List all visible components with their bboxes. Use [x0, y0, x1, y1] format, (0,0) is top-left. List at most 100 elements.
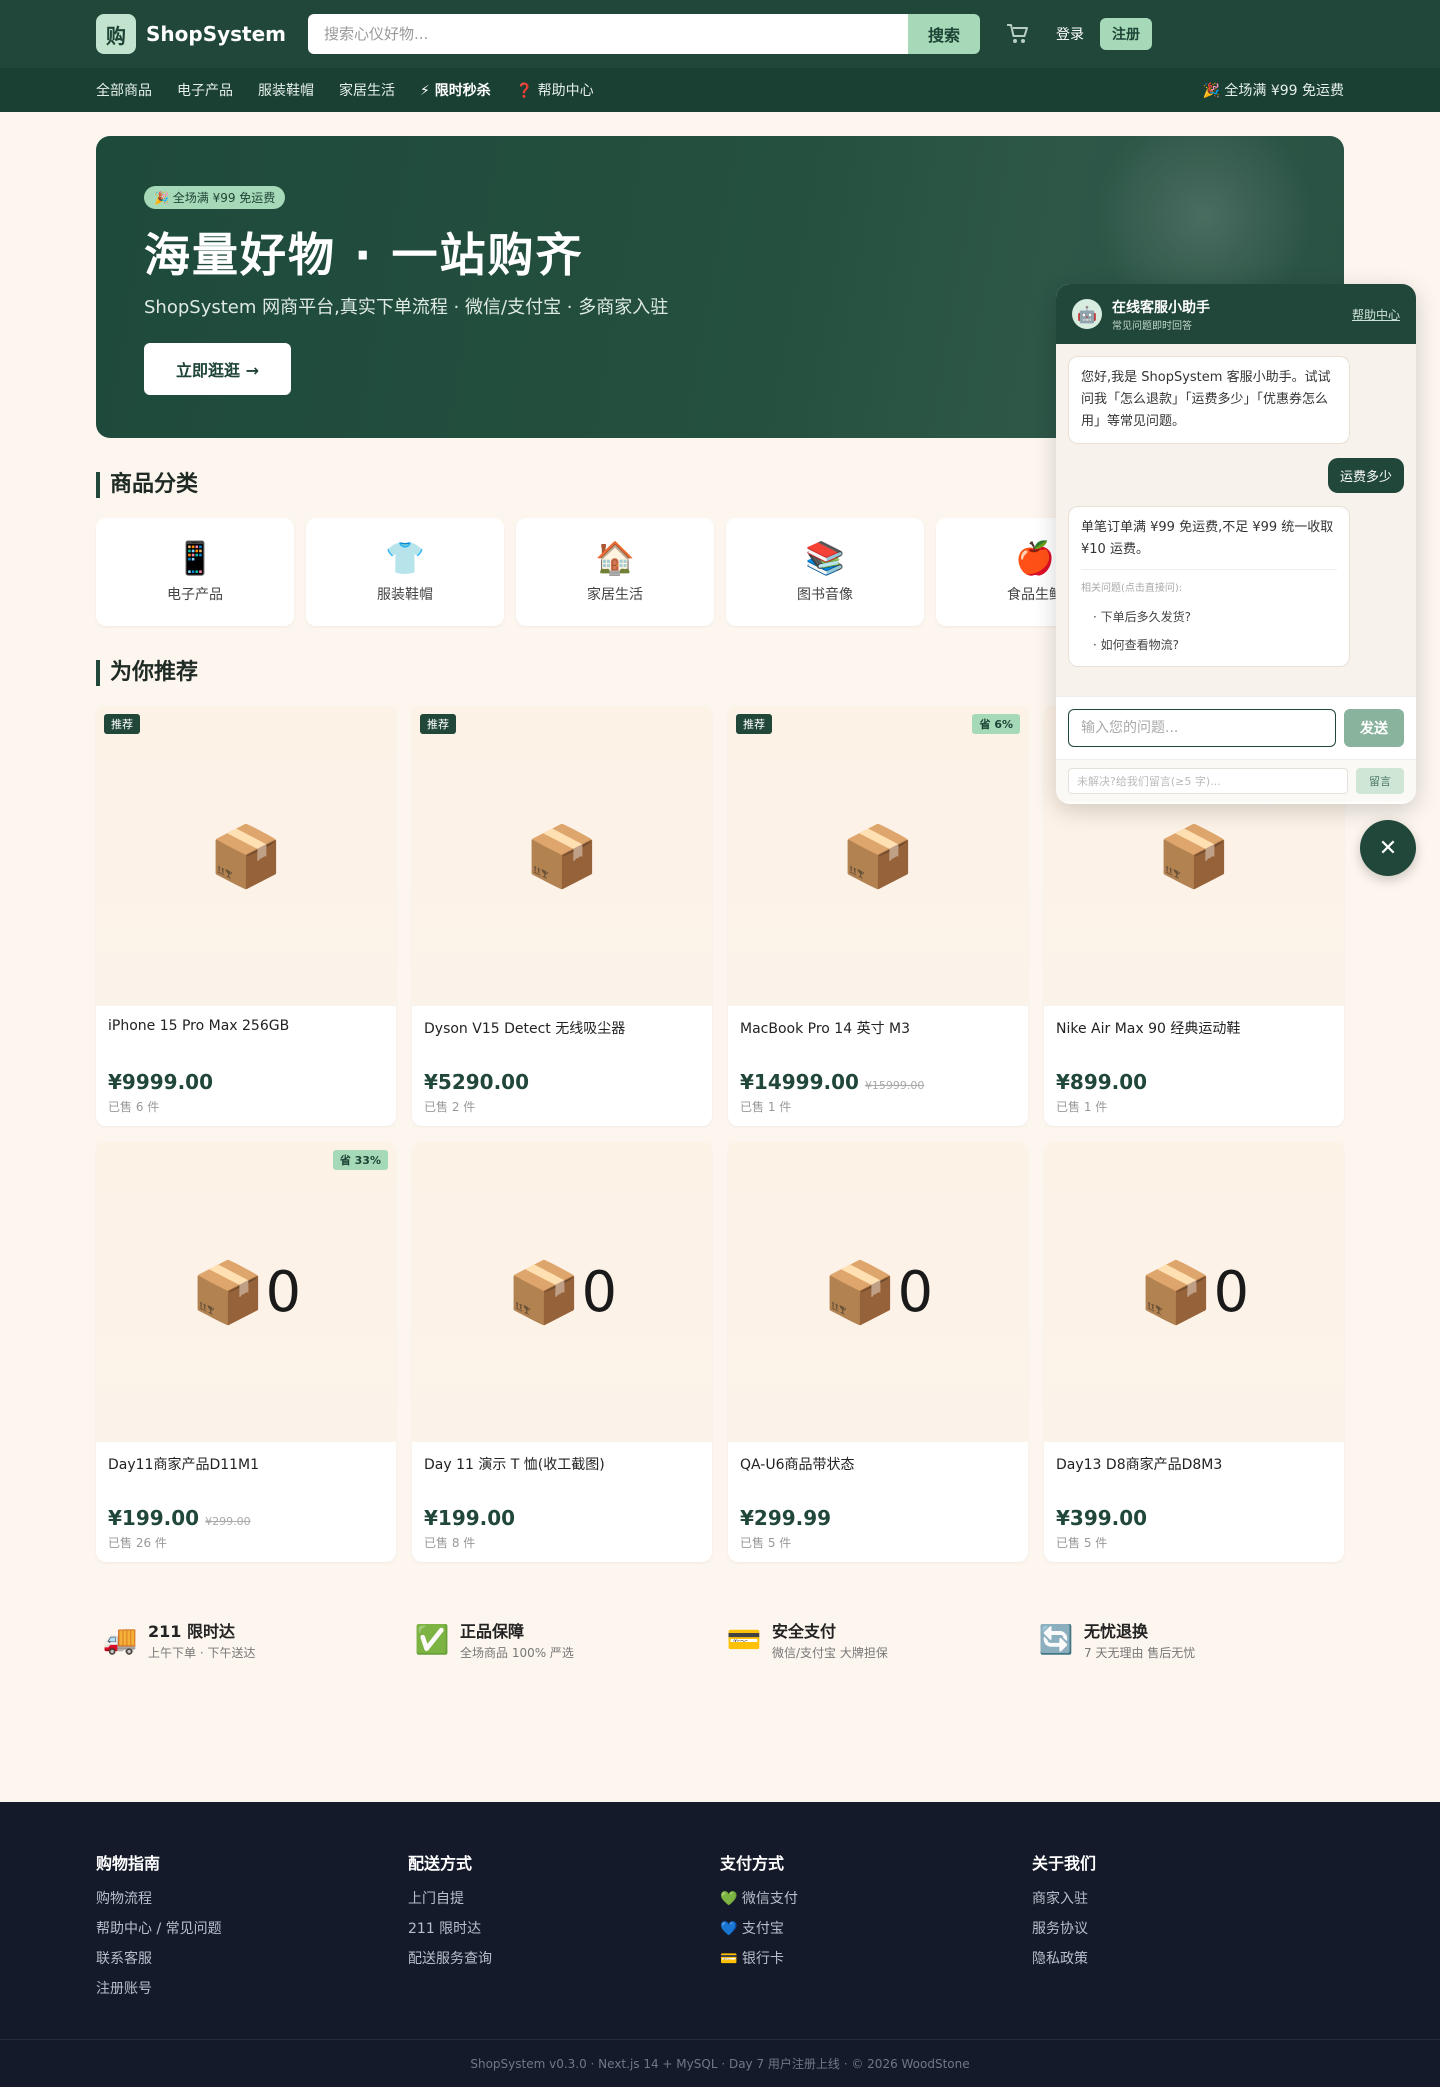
- truck-icon: 🚚: [102, 1623, 138, 1656]
- category-card-apparel[interactable]: 👕 服装鞋帽: [306, 518, 504, 626]
- package-icon: 📦: [506, 1257, 582, 1328]
- original-price: ¥299.00: [205, 1515, 251, 1528]
- hero-shop-button[interactable]: 立即逛逛 →: [144, 343, 291, 395]
- product-name[interactable]: iPhone 15 Pro Max 256GB: [108, 1018, 384, 1058]
- product-card[interactable]: 推荐 省 6% 📦 MacBook Pro 14 英寸 M3 ¥14999.00 ¥159…: [728, 706, 1028, 1126]
- product-image[interactable]: 推荐 📦: [96, 706, 396, 1006]
- footer-col-guide: 购物指南 购物流程 帮助中心 / 常见问题 联系客服 注册账号: [96, 1850, 408, 2008]
- footer-col-title: 支付方式: [720, 1854, 785, 1873]
- product-name[interactable]: Day 11 演示 T 恤(收工截图): [424, 1454, 700, 1494]
- feature-subtitle: 7 天无理由 售后无忧: [1084, 1646, 1196, 1660]
- footer-link[interactable]: 💚 微信支付: [720, 1888, 1032, 1908]
- feature-title: 无忧退换: [1084, 1622, 1149, 1641]
- footer-col-delivery: 配送方式 上门自提 211 限时达 配送服务查询: [408, 1850, 720, 2008]
- category-card-electronics[interactable]: 📱 电子产品: [96, 518, 294, 626]
- product-card[interactable]: 📦 0 Day 11 演示 T 恤(收工截图) ¥199.00 已售 8 件: [412, 1142, 712, 1562]
- product-name[interactable]: Dyson V15 Detect 无线吸尘器: [424, 1018, 700, 1058]
- product-card[interactable]: 📦 0 Day13 D8商家产品D8M3 ¥399.00 已售 5 件: [1044, 1142, 1344, 1562]
- leave-message-input[interactable]: [1068, 768, 1348, 794]
- category-card-home[interactable]: 🏠 家居生活: [516, 518, 714, 626]
- footer-link[interactable]: 服务协议: [1032, 1918, 1344, 1938]
- logo-mark: 购: [96, 14, 136, 54]
- sold-count: 已售 1 件: [740, 1100, 792, 1114]
- hero-title: 海量好物 · 一站购齐: [144, 228, 584, 282]
- footer-link[interactable]: 💙 支付宝: [720, 1918, 1032, 1938]
- brand-name: ShopSystem: [146, 22, 287, 46]
- nav-apparel[interactable]: 服装鞋帽: [258, 80, 314, 100]
- product-price: ¥5290.00: [424, 1070, 530, 1094]
- footer-link[interactable]: 隐私政策: [1032, 1948, 1344, 1968]
- product-name[interactable]: MacBook Pro 14 英寸 M3: [740, 1018, 1016, 1058]
- product-image[interactable]: 推荐 📦: [412, 706, 712, 1006]
- product-price-row: ¥399.00: [1056, 1506, 1332, 1530]
- product-card[interactable]: 推荐 📦 iPhone 15 Pro Max 256GB ¥9999.00 已售 6 件: [96, 706, 396, 1126]
- category-card-books[interactable]: 📚 图书音像: [726, 518, 924, 626]
- chat-help-link[interactable]: 帮助中心: [1352, 306, 1400, 323]
- product-name[interactable]: Nike Air Max 90 经典运动鞋: [1056, 1018, 1332, 1058]
- footer-link[interactable]: 购物流程: [96, 1888, 408, 1908]
- product-name[interactable]: Day13 D8商家产品D8M3: [1056, 1454, 1332, 1494]
- related-title: 相关问题(点击直接问):: [1081, 583, 1183, 594]
- image-placeholder-text: 0: [1213, 1259, 1250, 1325]
- cart-icon-svg: [1007, 24, 1029, 43]
- nav-home-living[interactable]: 家居生活: [339, 80, 395, 100]
- related-question[interactable]: · 下单后多久发货?: [1081, 606, 1337, 628]
- footer-link[interactable]: 上门自提: [408, 1888, 720, 1908]
- product-image[interactable]: 📦 0: [1044, 1142, 1344, 1442]
- footer-link[interactable]: 💳 银行卡: [720, 1948, 1032, 1968]
- footer-link[interactable]: 商家入驻: [1032, 1888, 1344, 1908]
- bot-message: 您好,我是 ShopSystem 客服小助手。试试问我「怎么退款」「运费多少」「…: [1068, 356, 1350, 444]
- footer-link[interactable]: 注册账号: [96, 1978, 408, 1998]
- cart-icon[interactable]: [1006, 23, 1030, 45]
- product-price-row: ¥299.99: [740, 1506, 1016, 1530]
- leave-message-button[interactable]: 留言: [1356, 768, 1404, 794]
- related-question[interactable]: · 如何查看物流?: [1081, 634, 1337, 656]
- feature-subtitle: 微信/支付宝 大牌担保: [772, 1646, 888, 1660]
- product-card[interactable]: 省 33% 📦 0 Day11商家产品D11M1 ¥199.00 ¥299.00 已售 26…: [96, 1142, 396, 1562]
- footer-link[interactable]: 联系客服: [96, 1948, 408, 1968]
- product-card[interactable]: 推荐 📦 Dyson V15 Detect 无线吸尘器 ¥5290.00 已售 2 件: [412, 706, 712, 1126]
- category-label: 家居生活: [587, 587, 643, 603]
- product-name[interactable]: Day11商家产品D11M1: [108, 1454, 384, 1494]
- feature-item: ✅ 正品保障 全场商品 100% 严选: [408, 1618, 720, 1661]
- nav-all-products[interactable]: 全部商品: [96, 80, 152, 100]
- package-icon: 📦: [208, 821, 284, 892]
- product-image[interactable]: 推荐 省 6% 📦: [728, 706, 1028, 1006]
- chat-input[interactable]: [1068, 709, 1336, 747]
- product-price: ¥899.00: [1056, 1070, 1148, 1094]
- search-input[interactable]: [308, 14, 909, 54]
- product-name[interactable]: QA-U6商品带状态: [740, 1454, 1016, 1494]
- product-card[interactable]: 📦 0 QA-U6商品带状态 ¥299.99 已售 5 件: [728, 1142, 1028, 1562]
- books-icon: 📚: [805, 539, 845, 577]
- footer-link[interactable]: 配送服务查询: [408, 1948, 720, 1968]
- category-label: 服装鞋帽: [377, 587, 433, 603]
- search-button[interactable]: 搜索: [908, 14, 981, 54]
- package-icon: 📦: [190, 1257, 266, 1328]
- free-shipping-promo: 🎉 全场满 ¥99 免运费: [1202, 83, 1344, 99]
- logo[interactable]: 购 ShopSystem: [96, 14, 286, 54]
- original-price: ¥15999.00: [864, 1079, 925, 1092]
- phone-icon: 📱: [175, 539, 215, 577]
- image-placeholder-text: 0: [581, 1259, 618, 1325]
- product-price: ¥199.00: [108, 1506, 200, 1530]
- refresh-icon: 🔄: [1038, 1623, 1074, 1656]
- register-button[interactable]: 注册: [1100, 18, 1153, 50]
- bot-message-with-related: 单笔订单满 ¥99 免运费,不足 ¥99 统一收取 ¥10 运费。 相关问题(点…: [1068, 506, 1350, 667]
- chat-send-button[interactable]: 发送: [1344, 709, 1404, 747]
- feature-item: 🚚 211 限时达 上午下单 · 下午送达: [96, 1618, 408, 1661]
- category-label: 食品生鲜: [1007, 587, 1063, 603]
- product-image[interactable]: 📦 0: [412, 1142, 712, 1442]
- chat-subtitle: 常见问题即时回答: [1112, 320, 1192, 332]
- product-price-row: ¥9999.00: [108, 1070, 384, 1094]
- sold-count: 已售 1 件: [1056, 1100, 1108, 1114]
- footer-link[interactable]: 帮助中心 / 常见问题: [96, 1918, 408, 1938]
- nav-electronics[interactable]: 电子产品: [177, 80, 233, 100]
- nav-help-center[interactable]: ❓ 帮助中心: [516, 80, 594, 100]
- product-image[interactable]: 📦 0: [728, 1142, 1028, 1442]
- login-link[interactable]: 登录: [1056, 24, 1084, 44]
- sold-count: 已售 26 件: [108, 1536, 167, 1550]
- footer-link[interactable]: 211 限时达: [408, 1918, 720, 1938]
- product-image[interactable]: 省 33% 📦 0: [96, 1142, 396, 1442]
- close-icon[interactable]: ✕: [1360, 820, 1416, 876]
- nav-flash-sale[interactable]: ⚡ 限时秒杀: [420, 80, 491, 100]
